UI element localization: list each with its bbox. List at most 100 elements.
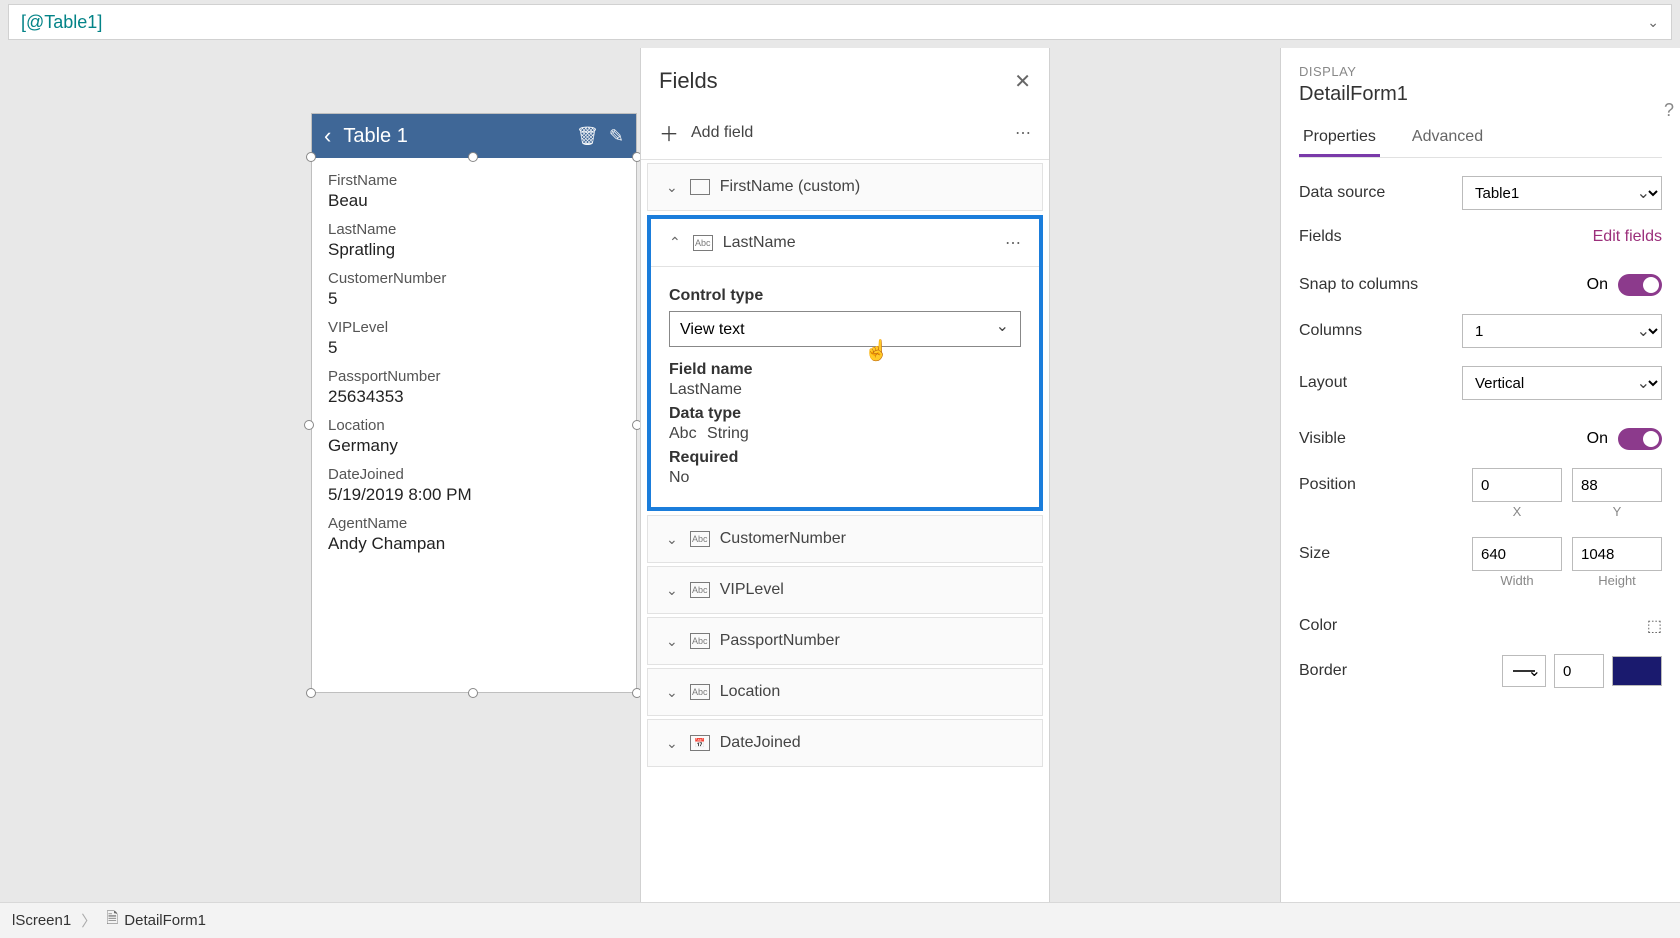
field-row-datejoined[interactable]: ⌄ 📅 DateJoined bbox=[647, 719, 1043, 767]
chevron-down-icon: ⌄ bbox=[666, 531, 678, 548]
layout-label: Layout bbox=[1299, 374, 1462, 392]
field-row-label: VIPLevel bbox=[720, 581, 784, 599]
tab-properties[interactable]: Properties bbox=[1299, 120, 1380, 157]
visible-value: On bbox=[1587, 430, 1608, 448]
formula-chevron-down-icon[interactable]: ⌄ bbox=[1647, 14, 1659, 31]
close-icon[interactable]: ✕ bbox=[1014, 69, 1031, 94]
field-row-location[interactable]: ⌄ Abc Location bbox=[647, 668, 1043, 716]
field-row-label: Location bbox=[720, 683, 781, 701]
field-row-lastname[interactable]: ⌃ Abc LastName ⋯ bbox=[651, 219, 1039, 267]
more-icon[interactable]: ⋯ bbox=[1015, 123, 1031, 143]
field-value: 5/19/2019 8:00 PM bbox=[328, 485, 620, 505]
date-field-icon: 📅 bbox=[690, 735, 710, 751]
more-icon[interactable]: ⋯ bbox=[1005, 233, 1021, 253]
form-title: Table 1 bbox=[343, 125, 566, 148]
formula-text: [@Table1] bbox=[21, 12, 102, 33]
field-value: 25634353 bbox=[328, 387, 620, 407]
fields-label: Fields bbox=[1299, 228, 1593, 246]
plus-icon: ＋ bbox=[659, 118, 679, 147]
chevron-down-icon: ⌄ bbox=[666, 735, 678, 752]
text-field-icon: Abc bbox=[690, 531, 710, 547]
x-sublabel: X bbox=[1472, 504, 1562, 519]
form-field: CustomerNumber 5 bbox=[328, 270, 620, 309]
form-field: PassportNumber 25634353 bbox=[328, 368, 620, 407]
breadcrumb-screen[interactable]: lScreen1 bbox=[12, 912, 71, 929]
field-row-viplevel[interactable]: ⌄ Abc VIPLevel bbox=[647, 566, 1043, 614]
text-field-icon: Abc bbox=[669, 425, 697, 443]
columns-label: Columns bbox=[1299, 322, 1462, 340]
form-icon: 🗎 bbox=[106, 908, 118, 933]
columns-select[interactable]: 1 bbox=[1462, 314, 1662, 348]
selection-handle[interactable] bbox=[306, 688, 316, 698]
snap-to-columns-label: Snap to columns bbox=[1299, 276, 1587, 294]
field-label: FirstName bbox=[328, 172, 620, 189]
chevron-down-icon: ⌄ bbox=[666, 633, 678, 650]
fields-panel-title: Fields bbox=[659, 68, 1014, 94]
status-bar: lScreen1 〉 🗎 DetailForm1 bbox=[0, 902, 1680, 938]
field-label: VIPLevel bbox=[328, 319, 620, 336]
text-field-icon: Abc bbox=[690, 582, 710, 598]
field-name-label: Field name bbox=[669, 361, 1021, 379]
field-value: Spratling bbox=[328, 240, 620, 260]
snap-to-columns-toggle[interactable] bbox=[1618, 274, 1662, 296]
width-sublabel: Width bbox=[1472, 573, 1562, 588]
border-width-input[interactable] bbox=[1554, 654, 1604, 688]
field-row-label: CustomerNumber bbox=[720, 530, 846, 548]
data-source-select[interactable]: Table1 bbox=[1462, 176, 1662, 210]
form-field: FirstName Beau bbox=[328, 172, 620, 211]
field-row-firstname[interactable]: ⌄ FirstName (custom) bbox=[647, 163, 1043, 211]
size-width-input[interactable] bbox=[1472, 537, 1562, 571]
field-value: 5 bbox=[328, 338, 620, 358]
field-label: Location bbox=[328, 417, 620, 434]
text-field-icon: Abc bbox=[693, 235, 713, 251]
selection-handle[interactable] bbox=[468, 152, 478, 162]
chevron-down-icon: ⌄ bbox=[666, 582, 678, 599]
form-field: Location Germany bbox=[328, 417, 620, 456]
delete-icon[interactable]: 🗑 bbox=[576, 126, 599, 147]
edit-fields-link[interactable]: Edit fields bbox=[1593, 228, 1662, 246]
selected-control-name: DetailForm1 bbox=[1299, 83, 1662, 106]
control-type-select[interactable]: View text bbox=[669, 311, 1021, 347]
text-field-icon: Abc bbox=[690, 684, 710, 700]
back-icon[interactable]: ‹ bbox=[324, 123, 331, 149]
required-label: Required bbox=[669, 449, 1021, 467]
field-value: Beau bbox=[328, 191, 620, 211]
field-row-customernumber[interactable]: ⌄ Abc CustomerNumber bbox=[647, 515, 1043, 563]
formula-bar[interactable]: [@Table1] ⌄ bbox=[8, 4, 1672, 40]
chevron-up-icon: ⌃ bbox=[669, 234, 681, 251]
edit-icon[interactable]: ✎ bbox=[609, 126, 624, 147]
position-y-input[interactable] bbox=[1572, 468, 1662, 502]
properties-tabs: Properties Advanced bbox=[1299, 120, 1662, 158]
border-color-swatch[interactable] bbox=[1612, 656, 1662, 686]
detail-form-card[interactable]: ‹ Table 1 🗑 ✎ FirstName Beau LastName Sp… bbox=[311, 113, 637, 693]
tab-advanced[interactable]: Advanced bbox=[1408, 120, 1487, 157]
data-type-value: Abc String bbox=[669, 425, 1021, 443]
help-icon[interactable]: ? bbox=[1664, 100, 1674, 121]
field-value: Andy Champan bbox=[328, 534, 620, 554]
form-field: DateJoined 5/19/2019 8:00 PM bbox=[328, 466, 620, 505]
form-body: FirstName Beau LastName Spratling Custom… bbox=[312, 158, 636, 572]
text-field-icon: Abc bbox=[690, 633, 710, 649]
breadcrumb-control[interactable]: DetailForm1 bbox=[124, 912, 206, 929]
layout-select[interactable]: Vertical bbox=[1462, 366, 1662, 400]
field-label: CustomerNumber bbox=[328, 270, 620, 287]
border-style-select[interactable]: ⌄ bbox=[1502, 655, 1546, 687]
chevron-down-icon: ⌄ bbox=[666, 179, 678, 196]
form-field: AgentName Andy Champan bbox=[328, 515, 620, 554]
visible-toggle[interactable] bbox=[1618, 428, 1662, 450]
data-card-icon bbox=[690, 179, 710, 195]
visible-label: Visible bbox=[1299, 430, 1587, 448]
field-row-passportnumber[interactable]: ⌄ Abc PassportNumber bbox=[647, 617, 1043, 665]
selection-handle[interactable] bbox=[468, 688, 478, 698]
form-field: VIPLevel 5 bbox=[328, 319, 620, 358]
breadcrumb-separator-icon: 〉 bbox=[81, 910, 96, 931]
add-field-button[interactable]: ＋ Add field ⋯ bbox=[641, 106, 1049, 160]
fields-panel: Fields ✕ ＋ Add field ⋯ ⌄ FirstName (cust… bbox=[640, 48, 1050, 902]
y-sublabel: Y bbox=[1572, 504, 1662, 519]
color-picker-icon[interactable]: ⬚ bbox=[1647, 616, 1662, 636]
position-x-input[interactable] bbox=[1472, 468, 1562, 502]
snap-value: On bbox=[1587, 276, 1608, 294]
size-height-input[interactable] bbox=[1572, 537, 1662, 571]
selection-handle[interactable] bbox=[306, 152, 316, 162]
selection-handle[interactable] bbox=[304, 420, 314, 430]
